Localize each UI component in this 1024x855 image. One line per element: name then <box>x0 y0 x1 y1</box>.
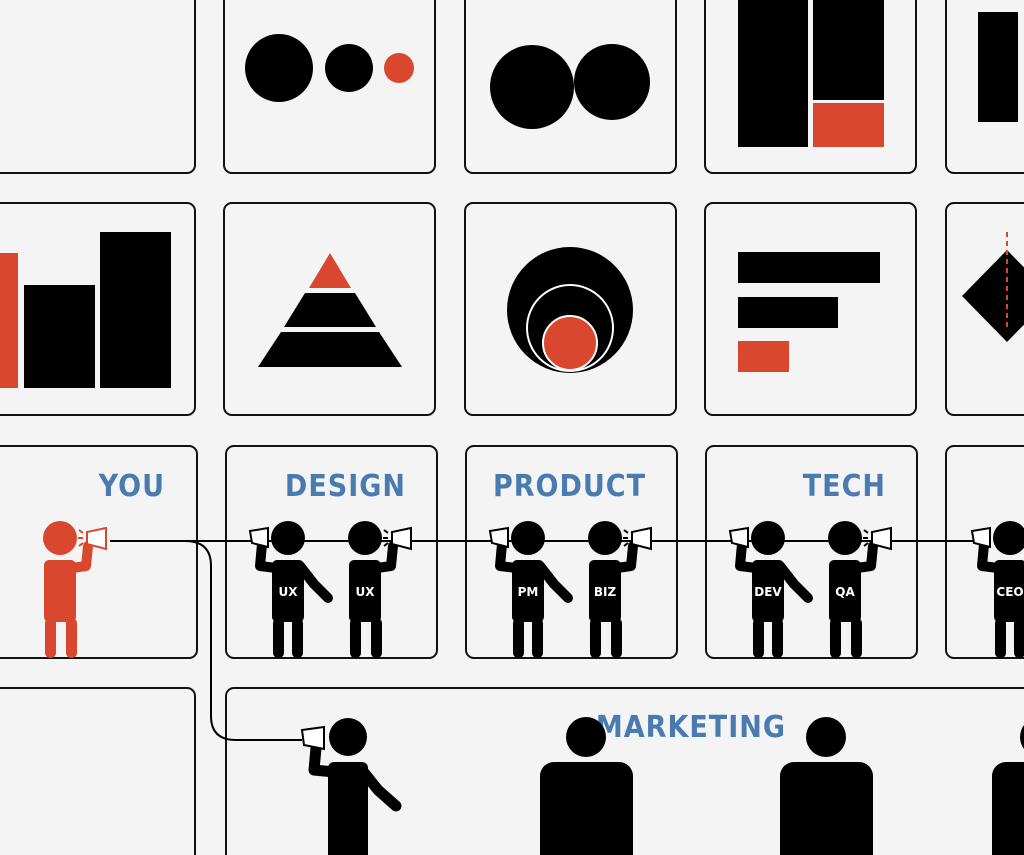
tile <box>704 0 917 174</box>
team-label-marketing: MARKETING <box>596 710 786 745</box>
tile <box>0 0 196 174</box>
bar-icon <box>978 12 1018 122</box>
tile <box>0 687 196 855</box>
role-label: DEV <box>754 585 782 599</box>
team-label-product: PRODUCT <box>493 469 646 504</box>
role-label: BIZ <box>594 585 617 599</box>
role-label: UX <box>356 585 376 599</box>
role-label: UX <box>279 585 299 599</box>
team-label-design: DESIGN <box>285 469 406 504</box>
team-label-you: YOU <box>98 469 165 504</box>
role-label: QA <box>835 585 855 599</box>
nested-circles-icon <box>507 247 633 373</box>
team-label-tech: TECH <box>803 469 886 504</box>
role-label: CEO <box>996 585 1023 599</box>
role-label: PM <box>518 585 539 599</box>
telephone-game-illustration: YOU DESIGN PRODUCT TECH MARKETING UX UX … <box>0 0 1024 855</box>
